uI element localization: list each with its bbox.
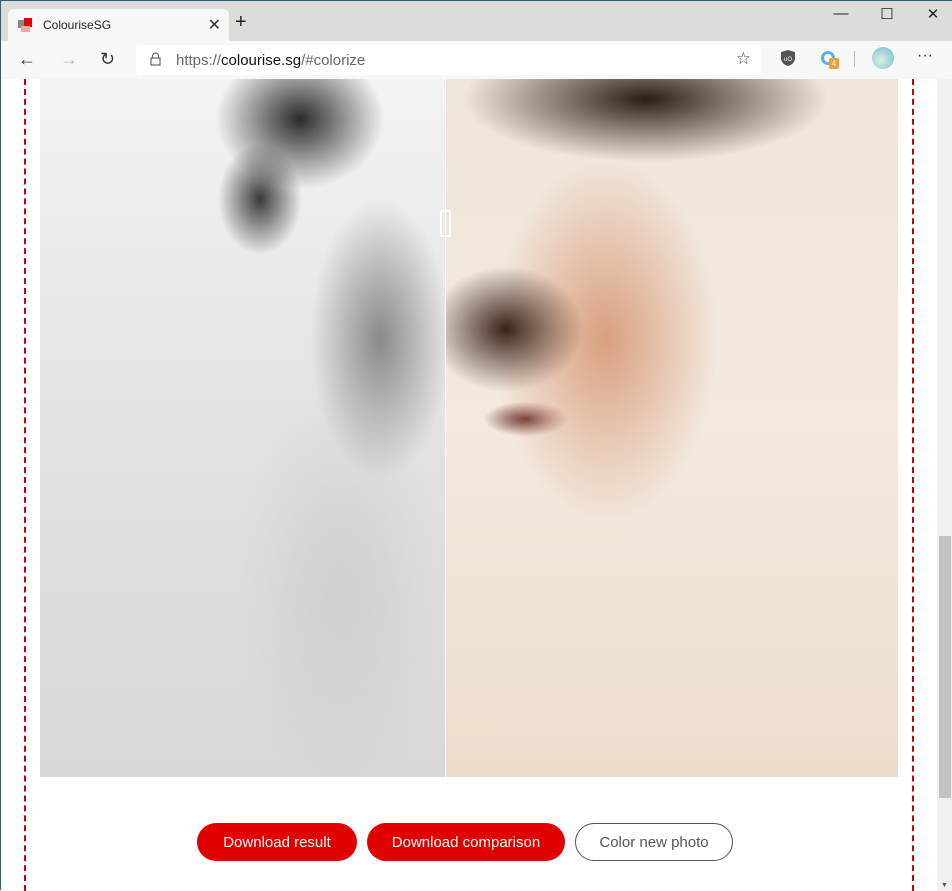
tab-close-icon[interactable]: ✕ <box>208 15 221 35</box>
url-path: /#colorize <box>301 51 366 69</box>
star-icon[interactable]: ☆ <box>736 49 751 69</box>
extension-icon[interactable]: 4 <box>821 49 841 71</box>
original-bw-photo <box>40 79 445 777</box>
refresh-icon[interactable]: ↻ <box>100 49 115 70</box>
lock-icon <box>150 52 161 66</box>
svg-text:uO: uO <box>784 57 792 63</box>
colourise-favicon-icon <box>18 17 33 33</box>
url-scheme: https:// <box>176 51 222 69</box>
profile-avatar[interactable] <box>872 47 894 69</box>
minimize-icon[interactable]: — <box>818 5 864 22</box>
download-result-button[interactable]: Download result <box>197 823 357 861</box>
extension-badge: 4 <box>829 58 839 69</box>
new-tab-icon[interactable]: + <box>235 11 247 34</box>
scrollbar[interactable]: ▼ <box>937 79 952 891</box>
maximize-icon[interactable]: ☐ <box>864 5 910 23</box>
colorized-photo <box>446 79 898 777</box>
comparison-slider-handle[interactable] <box>440 210 451 237</box>
before-after-comparison[interactable] <box>40 79 898 777</box>
dashed-border-left <box>24 79 26 891</box>
page-content: Download result Download comparison Colo… <box>1 79 937 891</box>
ublock-icon[interactable]: uO <box>780 49 796 67</box>
more-icon[interactable]: ··· <box>917 47 933 65</box>
close-icon[interactable]: ✕ <box>910 5 952 23</box>
dashed-border-right <box>912 79 914 891</box>
browser-toolbar: ← → ↻ https://colourise.sg/#colorize ☆ u… <box>1 41 952 79</box>
tab-title: ColouriseSG <box>43 18 112 32</box>
color-new-photo-button[interactable]: Color new photo <box>575 823 733 861</box>
scrollbar-thumb[interactable] <box>939 536 951 798</box>
browser-tab[interactable]: ColouriseSG ✕ <box>8 9 229 41</box>
action-buttons: Download result Download comparison Colo… <box>197 823 733 861</box>
scroll-down-icon[interactable]: ▼ <box>941 882 948 889</box>
back-icon[interactable]: ← <box>18 49 36 70</box>
url-host: colourise.sg <box>221 51 302 69</box>
forward-icon[interactable]: → <box>60 49 78 70</box>
download-comparison-button[interactable]: Download comparison <box>367 823 565 861</box>
comparison-divider[interactable] <box>445 79 446 777</box>
title-bar: ColouriseSG ✕ + — ☐ ✕ <box>1 1 952 41</box>
address-bar[interactable]: https://colourise.sg/#colorize ☆ <box>136 45 761 75</box>
toolbar-divider <box>854 51 855 67</box>
